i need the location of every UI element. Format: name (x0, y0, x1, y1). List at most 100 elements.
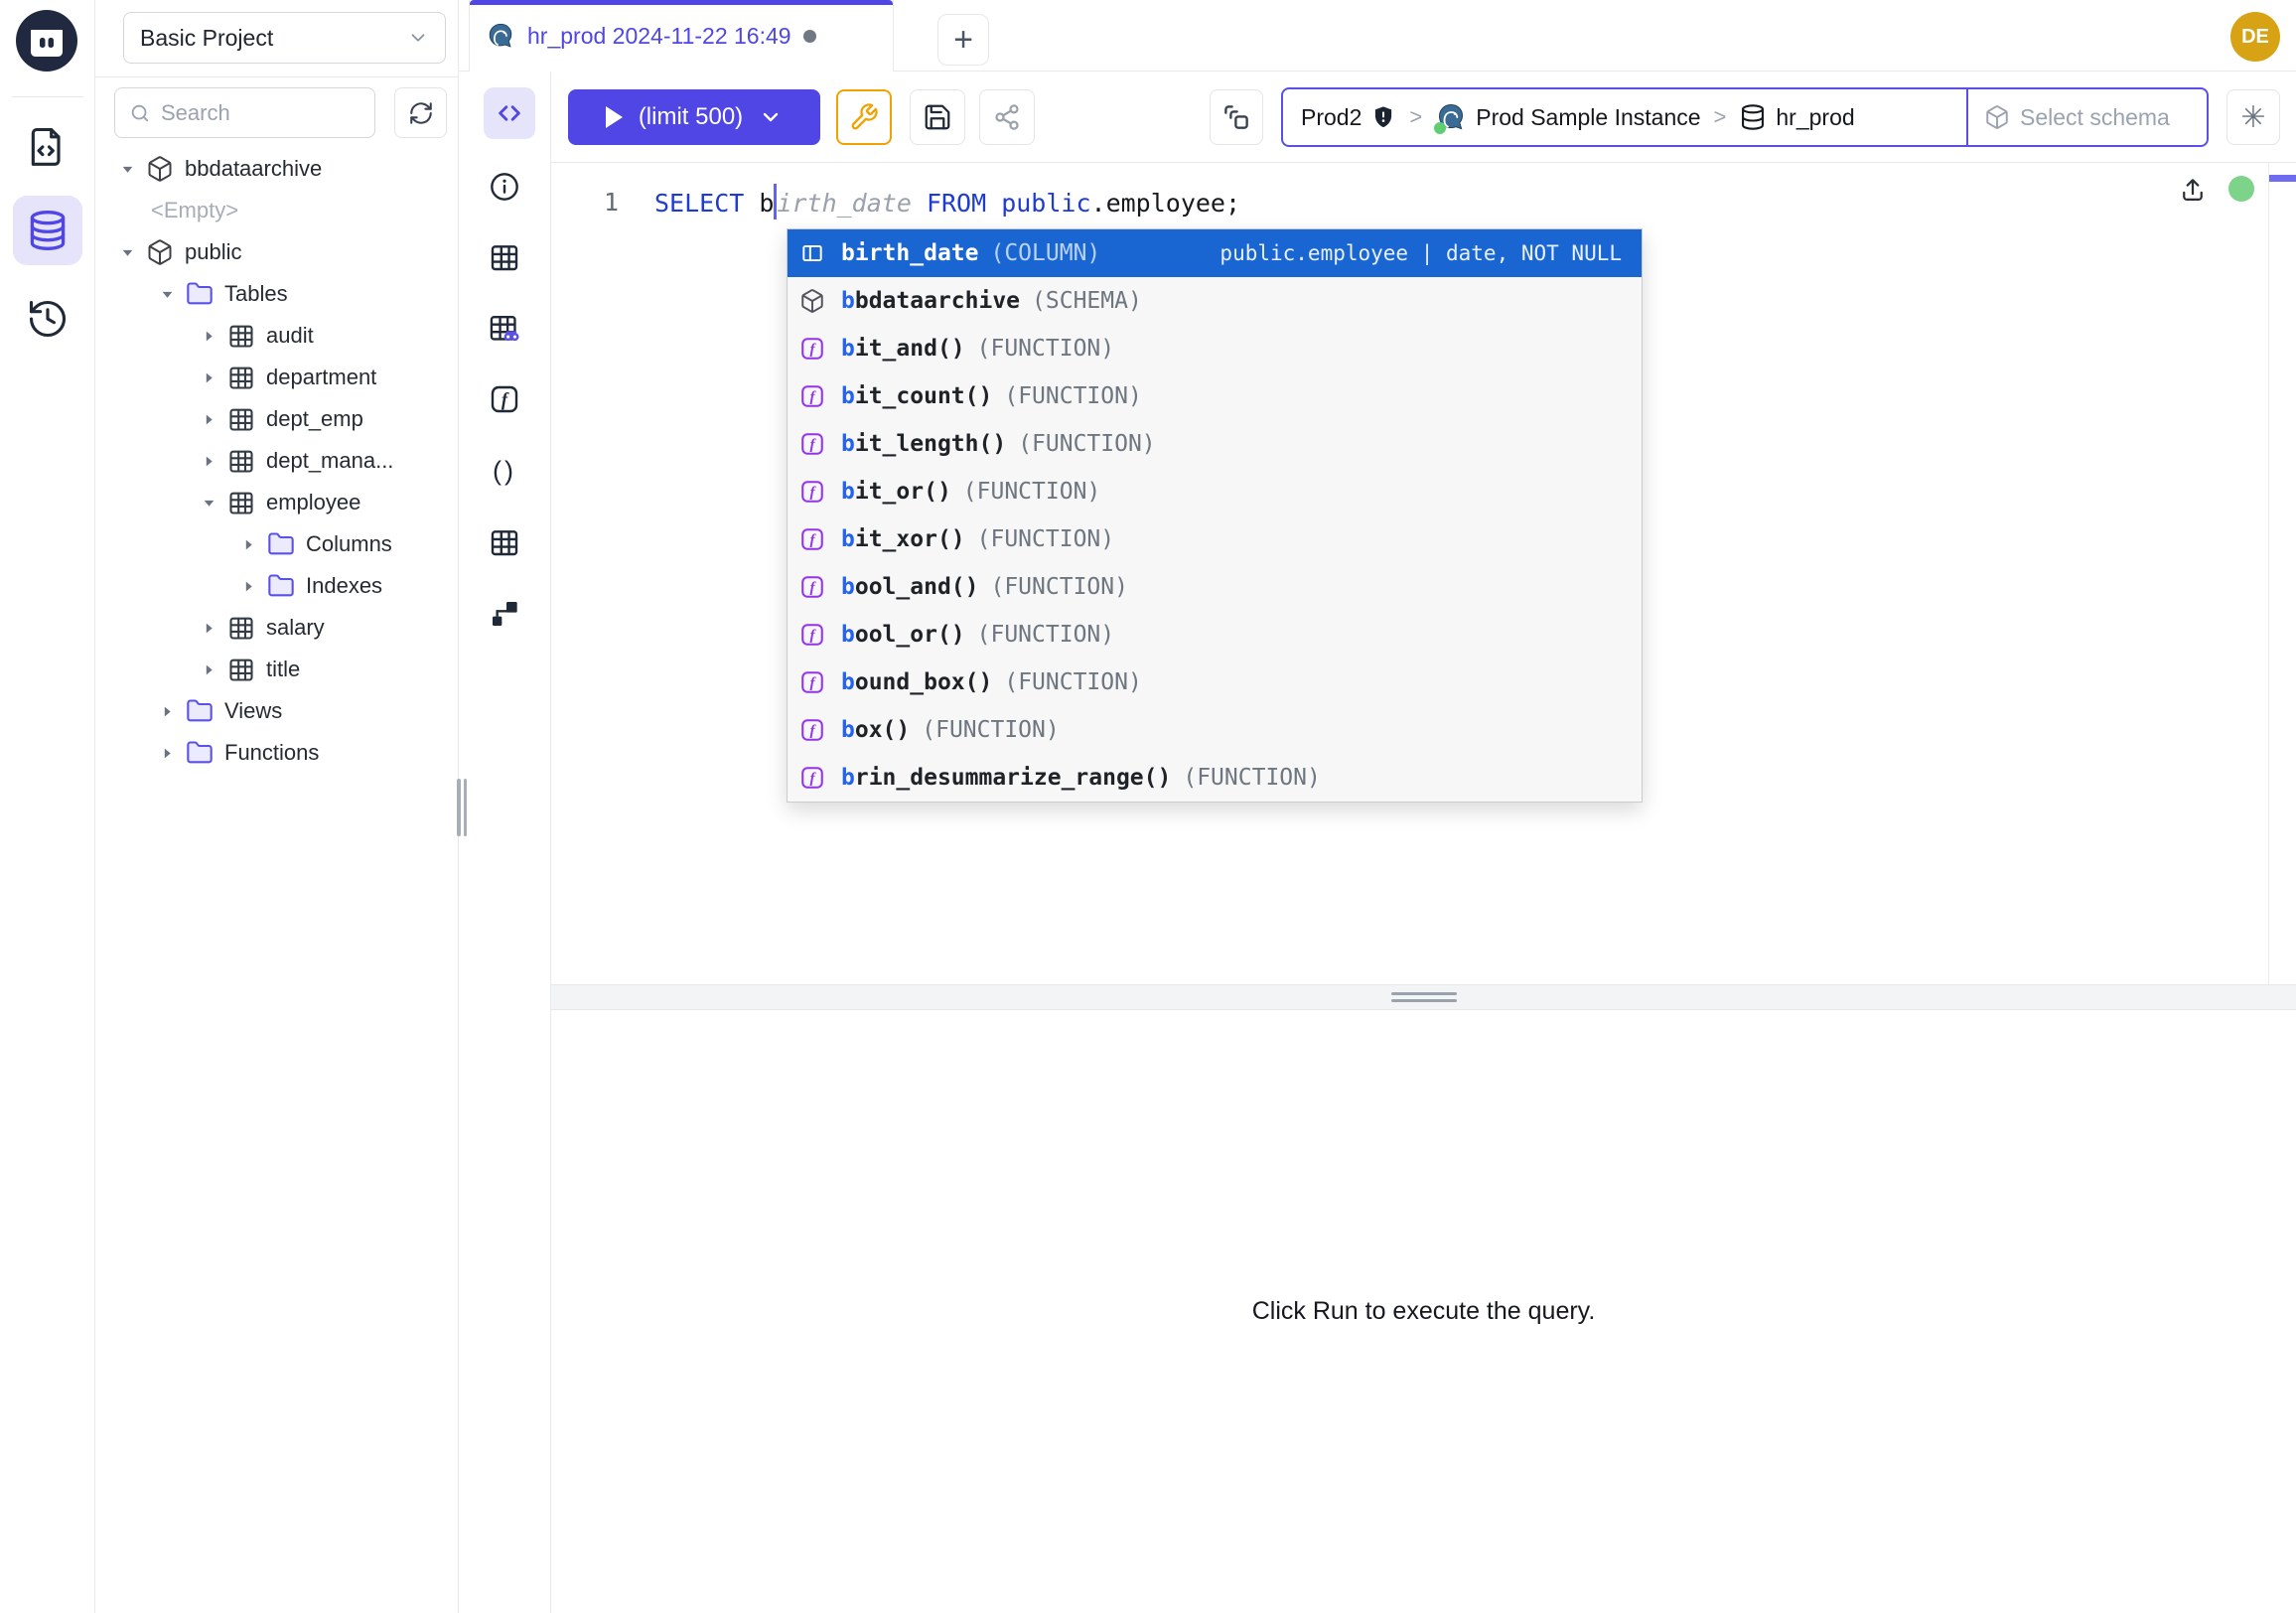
project-selector[interactable]: Basic Project (123, 12, 446, 64)
suggestion-birth_date[interactable]: birth_date (COLUMN) public.employee | da… (788, 229, 1642, 277)
breadcrumb-instance[interactable]: Prod Sample Instance (1435, 101, 1700, 133)
upload-icon-button[interactable] (2176, 173, 2210, 207)
history-icon-button[interactable] (24, 295, 72, 343)
save-button[interactable] (910, 89, 965, 145)
chevron-right-icon[interactable] (199, 367, 218, 387)
suggestion-bit_or[interactable]: f bit_or() (FUNCTION) (788, 468, 1642, 515)
info-icon-button[interactable] (485, 167, 524, 207)
rail-divider (12, 96, 83, 97)
batch-query-icon (1221, 102, 1251, 132)
suggestion-bool_and[interactable]: f bool_and() (FUNCTION) (788, 563, 1642, 611)
chevron-right-icon[interactable] (157, 701, 177, 721)
parameters-icon-button[interactable]: () (485, 451, 524, 491)
chevron-down-icon[interactable] (759, 105, 783, 129)
chevron-down-icon[interactable] (157, 284, 177, 304)
new-tab-button[interactable]: + (937, 14, 989, 66)
panel-resize-handle[interactable] (457, 779, 467, 836)
schema-diagram-icon-button[interactable] (485, 594, 524, 634)
svg-text:f: f (809, 388, 816, 405)
table-search-icon-button[interactable] (485, 309, 524, 349)
tab-title: hr_prod 2024-11-22 16:49 (527, 23, 791, 50)
share-button[interactable] (979, 89, 1035, 145)
table-search-icon (488, 312, 521, 346)
ai-assistant-button[interactable]: ✳ (2226, 89, 2280, 145)
search-input[interactable] (161, 100, 340, 126)
overview-ruler[interactable] (2268, 163, 2269, 984)
tree-item-tables[interactable]: Tables (95, 273, 459, 315)
tree-search[interactable] (114, 87, 375, 138)
refresh-icon (408, 100, 434, 126)
chevron-down-icon[interactable] (117, 242, 137, 262)
svg-text:f: f (809, 341, 816, 358)
function-icon: f (797, 524, 827, 554)
chevron-down-icon[interactable] (117, 159, 137, 179)
suggestion-bound_box[interactable]: f bound_box() (FUNCTION) (788, 659, 1642, 706)
format-sql-button[interactable] (836, 89, 892, 145)
avatar[interactable]: DE (2230, 12, 2280, 62)
table-data-icon-button[interactable] (485, 522, 524, 562)
chevron-down-icon (407, 27, 429, 49)
chevron-right-icon[interactable] (238, 576, 258, 596)
function-icon: f (797, 381, 827, 411)
schema-icon (1984, 104, 2010, 130)
schema-diagram-icon (489, 598, 520, 630)
functions-icon-button[interactable]: f (485, 379, 524, 419)
tree-item-title[interactable]: title (95, 649, 459, 690)
schema-icon (145, 237, 175, 267)
sql-editor-mode-button[interactable] (484, 87, 535, 139)
tree-item-public[interactable]: public (95, 231, 459, 273)
svg-text:f: f (809, 722, 816, 739)
chevron-right-icon[interactable] (199, 618, 218, 638)
schema-selector[interactable]: Select schema (1966, 89, 2207, 145)
tree-item-views[interactable]: Views (95, 690, 459, 732)
suggestion-bit_and[interactable]: f bit_and() (FUNCTION) (788, 325, 1642, 372)
chevron-right-icon[interactable] (199, 326, 218, 346)
refresh-button[interactable] (394, 87, 447, 138)
batch-query-button[interactable] (1210, 89, 1263, 145)
openai-icon: ✳ (2240, 100, 2265, 135)
suggestion-bit_length[interactable]: f bit_length() (FUNCTION) (788, 420, 1642, 468)
tree-item-columns[interactable]: Columns (95, 523, 459, 565)
chevron-right-icon[interactable] (199, 409, 218, 429)
suggestion-bit_xor[interactable]: f bit_xor() (FUNCTION) (788, 515, 1642, 563)
chevron-right-icon[interactable] (199, 451, 218, 471)
connection-breadcrumb[interactable]: Prod2 > Prod Sample Instance > (1281, 87, 2209, 147)
tree-item-audit[interactable]: audit (95, 315, 459, 357)
table-icon (226, 404, 256, 434)
table-icon (226, 446, 256, 476)
app-logo[interactable] (14, 8, 79, 73)
svg-text:f: f (809, 531, 816, 548)
editor-toolbar: (limit 500) Prod2 > (551, 72, 2296, 163)
tree-item-functions[interactable]: Functions (95, 732, 459, 774)
share-icon (993, 103, 1021, 131)
schema-tree: bbdataarchive <Empty> public Tables audi… (95, 148, 459, 774)
database-icon-button[interactable] (13, 196, 82, 265)
tree-item-indexes[interactable]: Indexes (95, 565, 459, 607)
tree-item-dept_emp[interactable]: dept_emp (95, 398, 459, 440)
suggestion-bool_or[interactable]: f bool_or() (FUNCTION) (788, 611, 1642, 659)
tree-item-salary[interactable]: salary (95, 607, 459, 649)
table-panel-icon-button[interactable] (485, 237, 524, 277)
panel-divider (95, 76, 459, 77)
run-query-button[interactable]: (limit 500) (568, 89, 820, 145)
connection-status-dot (2228, 176, 2254, 202)
tree-item-department[interactable]: department (95, 357, 459, 398)
breadcrumb-database[interactable]: hr_prod (1739, 103, 1854, 131)
tree-item-employee[interactable]: employee (95, 482, 459, 523)
table-icon (226, 655, 256, 684)
chevron-right-icon[interactable] (157, 743, 177, 763)
chevron-right-icon[interactable] (199, 660, 218, 679)
suggestion-bbdataarchive[interactable]: bbdataarchive (SCHEMA) (788, 277, 1642, 325)
breadcrumb-environment[interactable]: Prod2 (1301, 104, 1396, 131)
line-number: 1 (551, 188, 631, 217)
chevron-down-icon[interactable] (199, 493, 218, 513)
suggestion-box[interactable]: f box() (FUNCTION) (788, 706, 1642, 754)
suggestion-brin_desummarize_range[interactable]: f brin_desummarize_range() (FUNCTION) (788, 754, 1642, 802)
tree-item-dept_manager[interactable]: dept_mana... (95, 440, 459, 482)
chevron-right-icon[interactable] (238, 534, 258, 554)
results-resize-handle[interactable] (551, 984, 2296, 1010)
suggestion-bit_count[interactable]: f bit_count() (FUNCTION) (788, 372, 1642, 420)
tab-hr_prod[interactable]: hr_prod 2024-11-22 16:49 (469, 0, 894, 72)
tree-item-bbdataarchive[interactable]: bbdataarchive (95, 148, 459, 190)
worksheet-icon-button[interactable] (24, 122, 72, 170)
